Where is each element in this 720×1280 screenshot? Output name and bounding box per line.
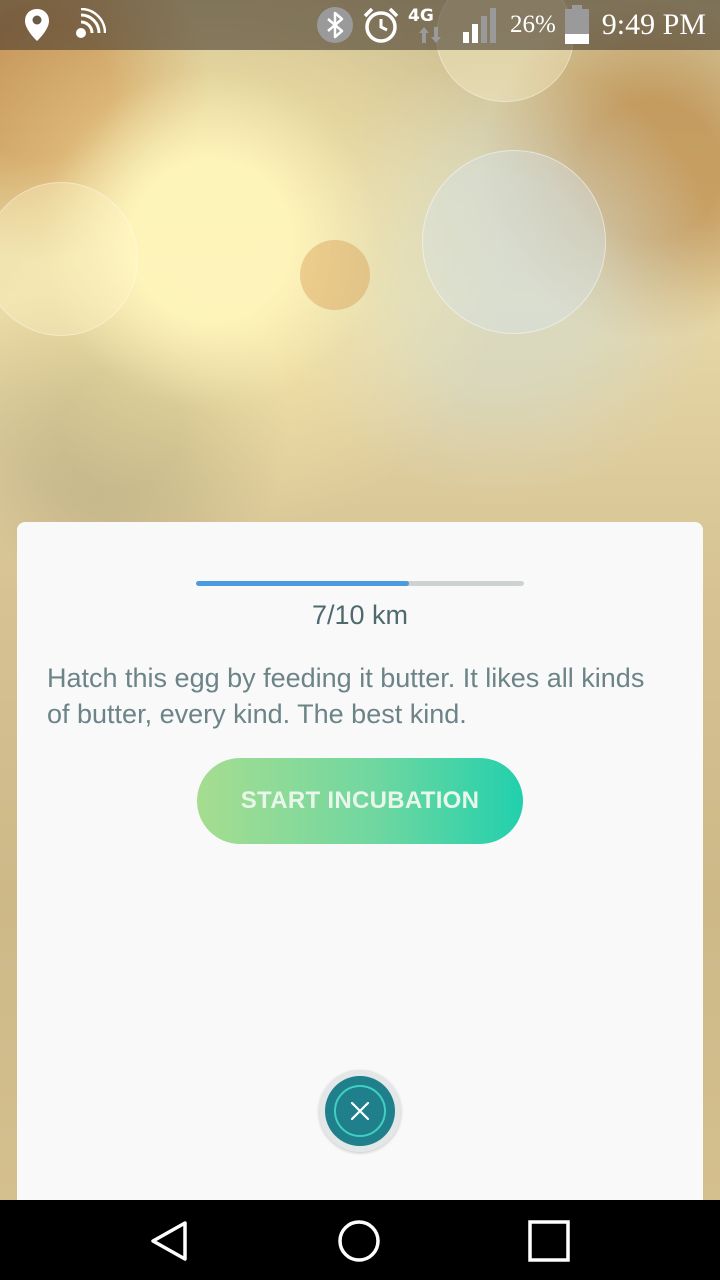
location-pin-icon: [24, 8, 50, 42]
bokeh-light: [300, 240, 370, 310]
back-icon: [151, 1221, 187, 1261]
progress-fill: [196, 581, 410, 586]
battery-percent: 26%: [509, 11, 556, 38]
home-button[interactable]: [334, 1216, 384, 1266]
svg-text:4G: 4G: [408, 6, 434, 26]
battery-icon: [564, 5, 590, 45]
close-icon: [334, 1085, 386, 1137]
distance-progress-bar: [196, 581, 524, 586]
recents-icon: [528, 1220, 570, 1262]
nfc-signal-icon: [72, 8, 106, 42]
close-button[interactable]: [319, 1070, 401, 1152]
bokeh-light: [0, 182, 138, 336]
home-icon: [338, 1220, 380, 1262]
lte-data-icon: 4G: [408, 5, 454, 45]
status-bar: 4G 26% 9:49 PM: [0, 0, 720, 50]
navigation-bar: [0, 1200, 720, 1280]
egg-description: Hatch this egg by feeding it butter. It …: [47, 663, 645, 729]
bluetooth-icon: [316, 6, 354, 44]
recents-button[interactable]: [524, 1216, 574, 1266]
clock-time: 9:49 PM: [601, 8, 706, 41]
close-button-inner: [325, 1076, 395, 1146]
egg-detail-card: 7/10 km Hatch this egg by feeding it but…: [17, 522, 703, 1212]
distance-label: 7/10 km: [311, 600, 409, 630]
alarm-clock-icon: [362, 6, 400, 44]
start-incubation-button[interactable]: START INCUBATION: [197, 758, 523, 844]
back-button[interactable]: [144, 1216, 194, 1266]
bokeh-light: [422, 150, 606, 334]
cell-signal-icon: [462, 6, 502, 44]
